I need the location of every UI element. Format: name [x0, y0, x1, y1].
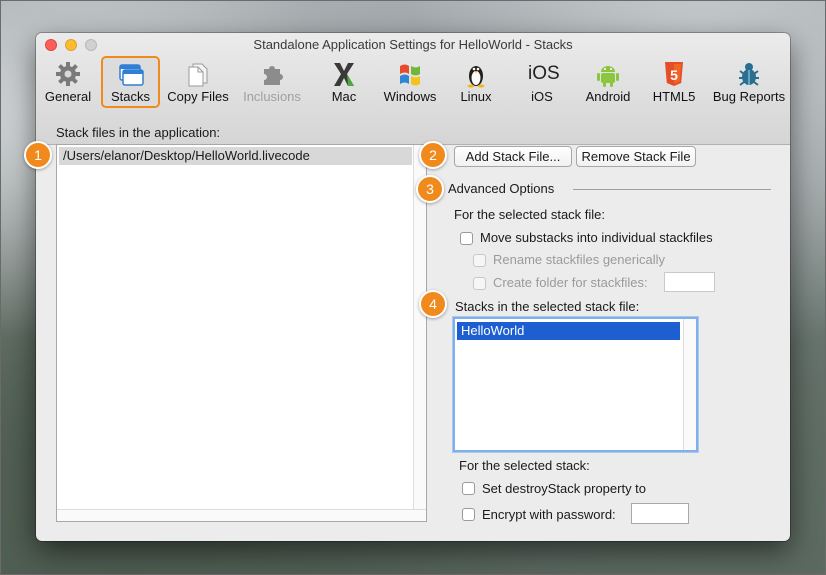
callout-badge-1: 1	[24, 141, 52, 169]
advanced-options-title: Advanced Options	[448, 181, 555, 196]
toolbar-linux-label: Linux	[460, 89, 492, 104]
html5-icon-text: 5	[670, 67, 678, 83]
toolbar-html5-label: HTML5	[652, 89, 696, 104]
add-stack-file-button[interactable]: Add Stack File...	[454, 146, 572, 167]
copy-files-icon	[188, 63, 208, 87]
toolbar-stacks[interactable]: Stacks	[101, 56, 160, 108]
toolbar-general[interactable]: General	[40, 57, 96, 107]
toolbar-linux[interactable]: Linux	[452, 57, 500, 107]
toolbar-html5[interactable]: 5 HTML5	[646, 57, 702, 107]
stacks-in-file-label: Stacks in the selected stack file:	[455, 299, 640, 314]
create-folder-checkbox[interactable]	[473, 277, 486, 290]
stacks-list-vertical-scrollbar[interactable]	[683, 319, 696, 450]
selected-stack-heading: For the selected stack:	[459, 458, 590, 473]
destroy-stack-checkbox[interactable]	[462, 482, 475, 495]
callout-badge-2: 2	[419, 141, 447, 169]
callout-badge-4: 4	[419, 290, 447, 318]
advanced-options-divider	[573, 189, 771, 190]
toolbar-ios-label: iOS	[531, 89, 553, 104]
toolbar-stacks-label: Stacks	[110, 89, 150, 104]
rename-stackfiles-label: Rename stackfiles generically	[493, 252, 665, 267]
destroy-stack-label: Set destroyStack property to	[482, 481, 647, 496]
move-substacks-checkbox[interactable]	[460, 232, 473, 245]
toolbar-ios[interactable]: iOS iOS	[516, 57, 568, 107]
password-field[interactable]	[631, 503, 689, 524]
list-item[interactable]: /Users/elanor/Desktop/HelloWorld.livecod…	[59, 147, 412, 165]
puzzle-icon	[264, 66, 283, 85]
stack-files-list[interactable]: /Users/elanor/Desktop/HelloWorld.livecod…	[56, 144, 427, 522]
callout-badge-3: 3	[416, 175, 444, 203]
toolbar-android-label: Android	[585, 89, 631, 104]
ios-text-icon: iOS	[528, 63, 560, 84]
toolbar-inclusions[interactable]: Inclusions	[238, 57, 306, 107]
mac-x-icon	[334, 63, 354, 86]
toolbar-copy-files[interactable]: Copy Files	[164, 57, 232, 107]
linux-penguin-icon	[467, 66, 485, 88]
move-substacks-label: Move substacks into individual stackfile…	[480, 230, 713, 245]
toolbar-android[interactable]: Android	[578, 57, 638, 107]
toolbar-mac-label: Mac	[331, 89, 357, 104]
settings-window: Standalone Application Settings for Hell…	[36, 33, 790, 541]
toolbar-windows-label: Windows	[383, 89, 437, 104]
remove-stack-file-button[interactable]: Remove Stack File	[576, 146, 696, 167]
bug-icon	[739, 63, 759, 86]
android-icon	[597, 66, 619, 87]
toolbar-windows[interactable]: Windows	[378, 57, 442, 107]
toolbar-bug-reports-label: Bug Reports	[712, 89, 786, 104]
toolbar: General Stacks Copy Files Inclusions Mac…	[36, 56, 790, 109]
stack-files-label: Stack files in the application:	[56, 125, 221, 140]
window-title: Standalone Application Settings for Hell…	[253, 37, 573, 52]
stacks-in-file-list[interactable]: HelloWorld	[453, 317, 698, 452]
encrypt-checkbox[interactable]	[462, 508, 475, 521]
windows-flag-icon	[400, 64, 420, 86]
list-item[interactable]: HelloWorld	[457, 322, 680, 340]
toolbar-bug-reports[interactable]: Bug Reports	[710, 57, 788, 107]
toolbar-inclusions-label: Inclusions	[243, 89, 301, 104]
toolbar-copy-files-label: Copy Files	[167, 89, 229, 104]
create-folder-field[interactable]	[664, 272, 715, 292]
stack-files-horizontal-scrollbar[interactable]	[57, 509, 426, 521]
rename-stackfiles-checkbox[interactable]	[473, 254, 486, 267]
selected-stack-file-heading: For the selected stack file:	[454, 207, 606, 222]
toolbar-general-label: General	[44, 89, 92, 104]
create-folder-label: Create folder for stackfiles:	[493, 275, 648, 290]
gear-icon	[56, 62, 80, 86]
encrypt-label: Encrypt with password:	[482, 507, 616, 522]
html5-icon: 5	[665, 62, 683, 86]
stacks-icon	[118, 64, 144, 86]
toolbar-mac[interactable]: Mac	[320, 57, 368, 107]
